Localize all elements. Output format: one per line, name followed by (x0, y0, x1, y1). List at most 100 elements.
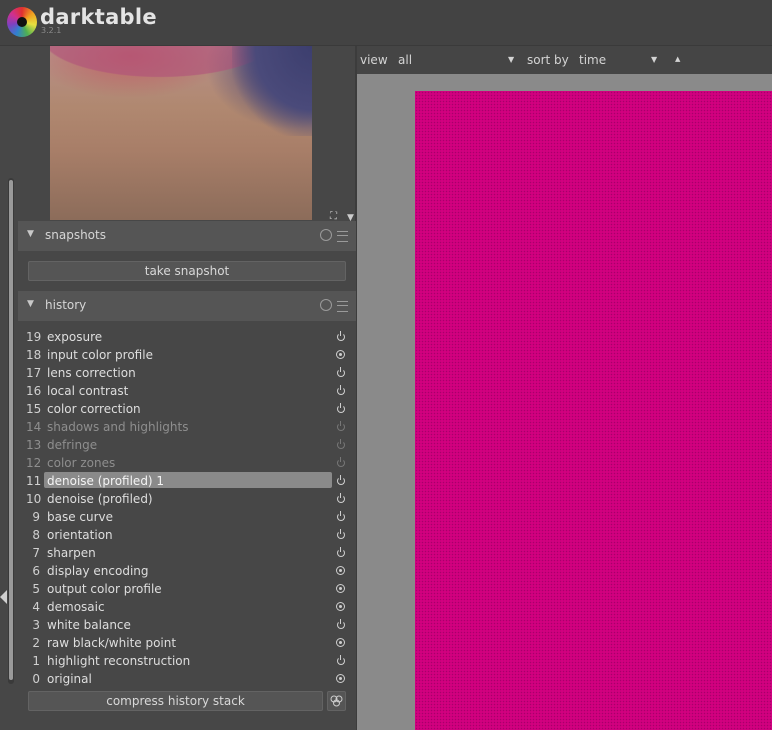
compress-history-button[interactable]: compress history stack (28, 691, 323, 711)
always-on-icon (336, 638, 345, 647)
history-item[interactable]: 5 output color profile (26, 580, 350, 598)
history-item-number: 12 (26, 456, 42, 470)
history-item-label: white balance (47, 618, 131, 632)
history-item-label: original (47, 672, 92, 686)
history-item-number: 15 (26, 402, 42, 416)
history-item[interactable]: 0 original (26, 670, 350, 688)
power-icon (337, 511, 345, 521)
always-on-icon (336, 350, 345, 359)
history-item[interactable]: 2 raw black/white point (26, 634, 350, 652)
history-item-label: defringe (47, 438, 98, 452)
history-item-number: 14 (26, 420, 42, 434)
snapshots-body: take snapshot (18, 251, 356, 291)
history-compress-options-button[interactable] (327, 691, 346, 711)
history-item-number: 18 (26, 348, 42, 362)
history-item-number: 10 (26, 492, 42, 506)
history-item[interactable]: 7 sharpen (26, 544, 350, 562)
snapshots-header[interactable]: ▼ snapshots (18, 221, 356, 251)
history-item[interactable]: 11 denoise (profiled) 1 (26, 472, 350, 490)
power-icon (337, 457, 345, 467)
history-item-number: 16 (26, 384, 42, 398)
sort-select[interactable]: time (579, 53, 606, 67)
history-item-label: color correction (47, 402, 141, 416)
history-item-label: raw black/white point (47, 636, 177, 650)
history-item[interactable]: 4 demosaic (26, 598, 350, 616)
history-header[interactable]: ▼ history (18, 291, 356, 321)
history-item[interactable]: 16 local contrast (26, 382, 350, 400)
history-item[interactable]: 9 base curve (26, 508, 350, 526)
power-icon (337, 385, 345, 395)
snapshots-title: snapshots (45, 228, 106, 242)
expand-arrow-icon[interactable]: ▼ (27, 229, 34, 239)
power-icon (337, 655, 345, 665)
expand-arrow-icon[interactable]: ▼ (27, 299, 34, 309)
power-icon (337, 475, 345, 485)
always-on-icon (336, 566, 345, 575)
history-item-number: 1 (32, 654, 40, 668)
filter-toolbar: view all ▼ sort by time ▼ ▲ (357, 46, 772, 74)
history-item-number: 13 (26, 438, 42, 452)
history-item[interactable]: 14 shadows and highlights (26, 418, 350, 436)
chevron-down-icon[interactable]: ▼ (651, 55, 657, 64)
history-title: history (45, 298, 87, 312)
take-snapshot-button[interactable]: take snapshot (28, 261, 346, 281)
history-item-label: orientation (47, 528, 113, 542)
history-item[interactable]: 13 defringe (26, 436, 350, 454)
history-item[interactable]: 17 lens correction (26, 364, 350, 382)
app-version: 3.2.1 (41, 26, 62, 35)
link-icon (330, 695, 343, 707)
history-item[interactable]: 10 denoise (profiled) (26, 490, 350, 508)
power-icon (337, 493, 345, 503)
history-item-label: demosaic (47, 600, 105, 614)
presets-menu-icon[interactable] (337, 301, 348, 312)
arrow-up-icon[interactable]: ▲ (675, 55, 680, 63)
sort-label: sort by (527, 53, 569, 67)
history-item[interactable]: 19 exposure (26, 328, 350, 346)
history-item-label: highlight reconstruction (47, 654, 191, 668)
reset-icon[interactable] (320, 299, 332, 311)
always-on-icon (336, 584, 345, 593)
reset-icon[interactable] (320, 229, 332, 241)
power-icon (337, 439, 345, 449)
power-icon (337, 367, 345, 377)
view-label: view (360, 53, 388, 67)
collapse-left-panel-icon[interactable] (0, 590, 7, 604)
history-item-number: 8 (32, 528, 40, 542)
history-item[interactable]: 1 highlight reconstruction (26, 652, 350, 670)
history-item[interactable]: 12 color zones (26, 454, 350, 472)
history-item-label: denoise (profiled) (47, 492, 153, 506)
view-select[interactable]: all (398, 53, 412, 67)
history-item-label: color zones (47, 456, 116, 470)
history-item-label: denoise (profiled) 1 (47, 474, 165, 488)
history-item-label: sharpen (47, 546, 96, 560)
history-item-number: 0 (32, 672, 40, 686)
history-item[interactable]: 18 input color profile (26, 346, 350, 364)
power-icon (337, 529, 345, 539)
darktable-logo-icon (7, 7, 37, 37)
history-item-number: 4 (32, 600, 40, 614)
top-header: darktable 3.2.1 (0, 0, 772, 46)
history-item-label: display encoding (47, 564, 149, 578)
chevron-down-icon[interactable]: ▼ (508, 55, 514, 64)
scrollbar-thumb[interactable] (9, 180, 13, 680)
history-item-number: 7 (32, 546, 40, 560)
history-item[interactable]: 15 color correction (26, 400, 350, 418)
navigation-thumbnail[interactable] (50, 46, 312, 220)
history-item-number: 6 (32, 564, 40, 578)
history-item[interactable]: 6 display encoding (26, 562, 350, 580)
history-item[interactable]: 3 white balance (26, 616, 350, 634)
history-item-label: shadows and highlights (47, 420, 189, 434)
history-item-number: 9 (32, 510, 40, 524)
history-item-number: 3 (32, 618, 40, 632)
power-icon (337, 619, 345, 629)
history-item[interactable]: 8 orientation (26, 526, 350, 544)
image-preview[interactable] (415, 91, 772, 730)
history-item-label: output color profile (47, 582, 162, 596)
history-item-number: 2 (32, 636, 40, 650)
power-icon (337, 403, 345, 413)
history-item-label: input color profile (47, 348, 153, 362)
history-item-label: local contrast (47, 384, 129, 398)
history-item-number: 19 (26, 330, 42, 344)
power-icon (337, 547, 345, 557)
presets-menu-icon[interactable] (337, 231, 348, 242)
